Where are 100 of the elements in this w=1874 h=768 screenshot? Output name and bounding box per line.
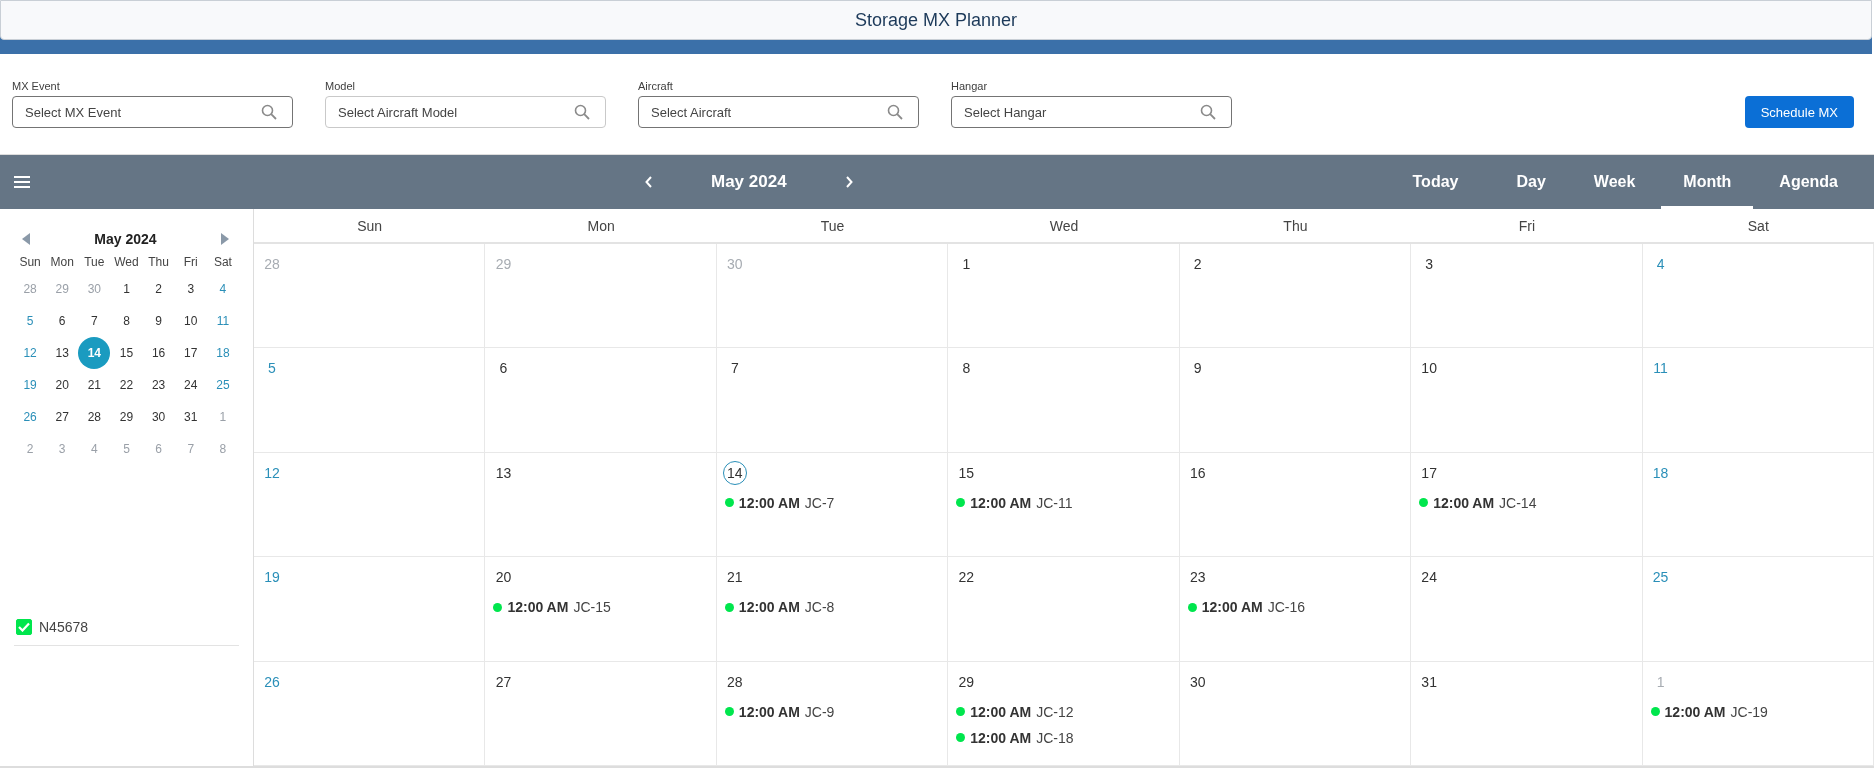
mini-calendar-day[interactable]: 3 (174, 273, 207, 305)
mini-calendar-day[interactable]: 7 (78, 305, 111, 337)
calendar-cell[interactable]: 2 (1179, 244, 1412, 349)
calendar-cell[interactable]: 25 (1642, 557, 1874, 662)
mini-calendar-day[interactable]: 12 (14, 337, 47, 369)
calendar-cell[interactable]: 28 12:00 AM JC-9 (716, 661, 949, 766)
view-tab[interactable]: Day (1494, 155, 1568, 209)
chevron-left-icon[interactable] (645, 176, 653, 188)
mini-calendar-day[interactable]: 10 (174, 305, 207, 337)
mini-calendar-day[interactable]: 17 (174, 337, 207, 369)
calendar-cell[interactable]: 6 (485, 348, 717, 453)
event-time: 12:00 AM (1433, 494, 1495, 511)
mini-calendar-day[interactable]: 22 (110, 369, 143, 401)
mini-calendar-day[interactable]: 19 (14, 369, 47, 401)
schedule-button[interactable]: Schedule MX (1744, 96, 1854, 128)
calendar-cell[interactable]: 22 (948, 557, 1180, 662)
calendar-event[interactable]: 12:00 AM JC-18 (954, 729, 1074, 746)
calendar-cell[interactable]: 4 (1642, 244, 1874, 349)
mini-calendar-day[interactable]: 8 (110, 305, 143, 337)
calendar-cell[interactable]: 1 12:00 AM JC-19 (1642, 661, 1874, 766)
view-tab[interactable]: Month (1661, 155, 1754, 209)
mini-calendar-day[interactable]: 24 (174, 369, 207, 401)
mini-calendar-day[interactable]: 6 (46, 305, 79, 337)
mini-calendar-day[interactable]: 9 (142, 305, 175, 337)
mini-calendar-day[interactable]: 4 (206, 273, 239, 305)
mini-calendar-day[interactable]: 21 (78, 369, 111, 401)
event-time: 12:00 AM (970, 729, 1032, 746)
mini-calendar-day[interactable]: 31 (174, 401, 207, 433)
calendar-cell[interactable]: 5 (254, 348, 486, 453)
calendar-cell[interactable]: 20 12:00 AM JC-15 (485, 557, 717, 662)
mini-calendar-day[interactable]: 27 (46, 401, 79, 433)
calendar-cell[interactable]: 30 (1179, 661, 1412, 766)
event-time: 12:00 AM (1664, 703, 1726, 720)
search-field[interactable]: Select MX Event (12, 96, 293, 128)
mini-calendar-day[interactable]: 28 (78, 401, 111, 433)
mini-calendar-day[interactable]: 1 (110, 273, 143, 305)
view-tab[interactable]: Agenda (1757, 155, 1860, 209)
search-field[interactable]: Select Hangar (951, 96, 1232, 128)
calendar-event[interactable]: 12:00 AM JC-19 (1648, 703, 1768, 720)
mini-calendar-day[interactable]: 30 (142, 401, 175, 433)
mini-calendar-day[interactable]: 5 (14, 305, 47, 337)
mini-calendar-title: May 2024 (94, 231, 157, 247)
calendar-cell[interactable]: 9 (1179, 348, 1412, 453)
calendar-cell[interactable]: 3 (1411, 244, 1643, 349)
mini-calendar-day[interactable]: 13 (46, 337, 79, 369)
calendar-cell[interactable]: 8 (948, 348, 1180, 453)
event-title: JC-15 (573, 599, 611, 616)
calendar-cell[interactable]: 13 (485, 452, 717, 558)
calendar-event[interactable]: 12:00 AM JC-15 (491, 599, 611, 616)
calendar-event[interactable]: 12:00 AM JC-16 (1185, 599, 1305, 616)
mini-calendar-day[interactable]: 25 (206, 369, 239, 401)
mini-calendar-day[interactable]: 15 (110, 337, 143, 369)
chevron-right-icon[interactable] (844, 176, 853, 188)
calendar-cell[interactable]: 24 (1411, 557, 1643, 662)
calendar-cell[interactable]: 29 12:00 AM JC-12 12:00 AM JC-18 (948, 661, 1180, 766)
day-number: 20 (494, 568, 513, 588)
weekday-label: Tue (83, 255, 106, 271)
mini-calendar-day[interactable]: 11 (206, 305, 239, 337)
day-number: 8 (961, 359, 972, 379)
calendar-cell[interactable]: 23 12:00 AM JC-16 (1179, 557, 1412, 662)
checkbox[interactable] (16, 619, 32, 635)
calendar-event[interactable]: 12:00 AM JC-14 (1417, 494, 1537, 511)
calendar-cell[interactable]: 19 (254, 557, 486, 662)
mini-calendar-day[interactable]: 29 (110, 401, 143, 433)
view-tab[interactable]: Today (1390, 155, 1481, 209)
calendar-cell[interactable]: 18 (1642, 452, 1874, 558)
calendar-cell[interactable]: 12 (254, 452, 486, 558)
event-time: 12:00 AM (970, 494, 1032, 511)
calendar-cell[interactable]: 1 (948, 244, 1180, 349)
menu-icon[interactable] (14, 176, 30, 188)
event-time: 12:00 AM (507, 599, 569, 616)
calendar-event[interactable]: 12:00 AM JC-9 (722, 703, 835, 720)
calendar-cell[interactable]: 21 12:00 AM JC-8 (716, 557, 949, 662)
calendar-cell[interactable]: 11 (1642, 348, 1874, 453)
calendar-event[interactable]: 12:00 AM JC-8 (722, 599, 835, 616)
weekday-header: Wed (1048, 217, 1080, 234)
calendar-cell[interactable]: 14 12:00 AM JC-7 (716, 452, 949, 558)
triangle-right-icon[interactable] (221, 233, 229, 245)
calendar-event[interactable]: 12:00 AM JC-11 (954, 494, 1073, 511)
calendar-cell[interactable]: 26 (254, 661, 486, 766)
calendar-event[interactable]: 12:00 AM JC-12 (954, 703, 1074, 720)
calendar-cell[interactable]: 31 (1411, 661, 1643, 766)
calendar-cell[interactable]: 10 (1411, 348, 1643, 453)
mini-calendar-day[interactable]: 23 (142, 369, 175, 401)
weekday-header: Tue (819, 217, 846, 234)
calendar-cell[interactable]: 16 (1179, 452, 1412, 558)
mini-calendar-day[interactable]: 20 (46, 369, 79, 401)
view-tab[interactable]: Week (1571, 155, 1658, 209)
calendar-cell[interactable]: 15 12:00 AM JC-11 (948, 452, 1180, 558)
day-number: 28 (263, 255, 281, 274)
mini-calendar-day[interactable]: 16 (142, 337, 175, 369)
search-field[interactable]: Select Aircraft (638, 96, 919, 128)
calendar-event[interactable]: 12:00 AM JC-7 (722, 494, 835, 511)
triangle-left-icon[interactable] (22, 233, 30, 245)
mini-calendar-day[interactable]: 2 (142, 273, 175, 305)
calendar-cell[interactable]: 17 12:00 AM JC-14 (1411, 452, 1643, 558)
calendar-cell[interactable]: 27 (485, 661, 717, 766)
mini-calendar-day[interactable]: 26 (14, 401, 47, 433)
calendar-cell[interactable]: 7 (716, 348, 949, 453)
mini-calendar-day[interactable]: 18 (206, 337, 239, 369)
